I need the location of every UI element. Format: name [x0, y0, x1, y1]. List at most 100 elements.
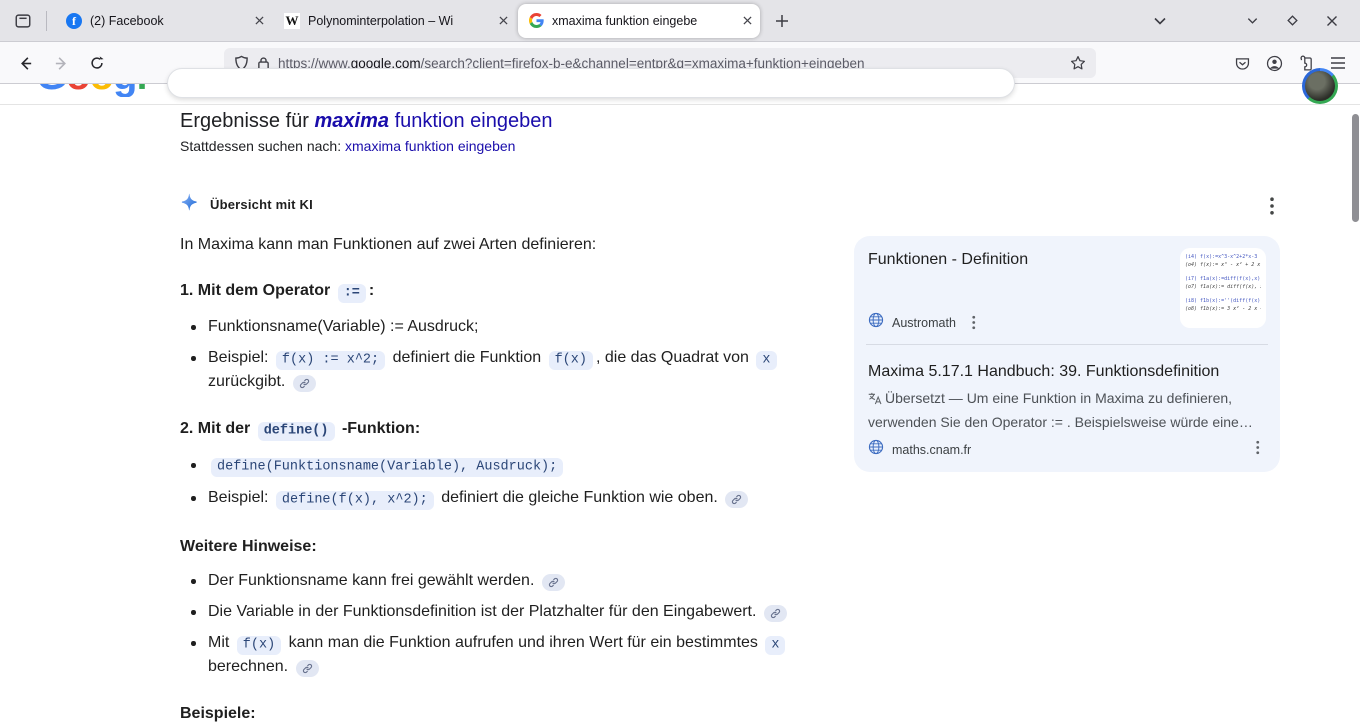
list-item-text: zurückgibt.	[208, 373, 290, 390]
bullet-list-1: Funktionsname(Variable) := Ausdruck; Bei…	[180, 316, 830, 393]
code-chip: define(f(x), x^2);	[276, 491, 434, 510]
search-input[interactable]	[167, 68, 1015, 98]
list-item-text: berechnen.	[208, 658, 293, 675]
source-name[interactable]: Austromath	[892, 316, 956, 330]
maximize-icon[interactable]	[1278, 7, 1306, 35]
tab-facebook[interactable]: f (2) Facebook	[56, 4, 272, 38]
card-divider	[866, 344, 1268, 345]
source-card-thumbnail[interactable]: (i4) f(x):=x^3-x^2+2*x-3 (o4) f(x):= x³ …	[1180, 248, 1266, 328]
globe-icon	[868, 439, 884, 460]
ai-overview-more-icon[interactable]	[1260, 194, 1284, 218]
list-item-text: definiert die Funktion	[388, 349, 545, 366]
avatar[interactable]	[1302, 68, 1338, 104]
list-item: Beispiel: f(x) := x^2; definiert die Fun…	[180, 347, 830, 393]
heading-text: -Funktion:	[338, 420, 421, 437]
source-more-icon[interactable]	[964, 313, 984, 333]
list-item-text: Die Variable in der Funktionsdefinition …	[208, 603, 761, 620]
tab-wikipedia[interactable]: W Polynominterpolation – Wi	[274, 4, 516, 38]
facebook-icon: f	[66, 13, 82, 29]
ai-intro: In Maxima kann man Funktionen auf zwei A…	[180, 235, 830, 255]
results-title-rest[interactable]: funktion eingeben	[389, 110, 552, 132]
bookmark-star-icon[interactable]	[1070, 55, 1086, 71]
citation-link-icon[interactable]	[296, 660, 319, 677]
thumb-line: (i8) f1b(x):=''(diff(f(x),x))	[1185, 297, 1261, 305]
list-item-text: Beispiel:	[208, 349, 273, 366]
browser-window: f (2) Facebook W Polynominterpolation – …	[0, 0, 1360, 724]
source-card-title[interactable]: Maxima 5.17.1 Handbuch: 39. Funktionsdef…	[868, 362, 1266, 382]
new-tab-button[interactable]	[767, 6, 797, 36]
code-chip: f(x) := x^2;	[276, 351, 385, 370]
search-instead-link[interactable]: xmaxima funktion eingeben	[345, 138, 515, 154]
list-item-text: definiert die gleiche Funktion wie oben.	[437, 489, 723, 506]
section-heading-4: Beispiele:	[180, 704, 830, 724]
page-content: Google Ergebnisse für maxima funktion ei…	[0, 84, 1360, 724]
logo-letter: G	[36, 84, 66, 97]
code-chip: x	[756, 351, 776, 370]
source-more-icon[interactable]	[1248, 437, 1268, 457]
list-item-text: Mit	[208, 634, 234, 651]
tab-google-search-active[interactable]: xmaxima funktion eingebe	[518, 4, 760, 38]
source-card-title[interactable]: Funktionen - Definition	[868, 250, 1168, 270]
citation-link-icon[interactable]	[725, 491, 748, 508]
list-item-text: Funktionsname(Variable) := Ausdruck;	[208, 318, 479, 335]
logo-letter: g	[113, 84, 136, 97]
thumb-line: (o8) f1b(x):= 3 x² - 2 x + 2	[1185, 305, 1261, 313]
list-all-tabs-icon[interactable]	[1146, 7, 1174, 35]
tab-close-icon[interactable]	[255, 16, 264, 25]
wikipedia-icon: W	[284, 13, 300, 29]
citation-link-icon[interactable]	[542, 574, 565, 591]
pocket-icon[interactable]	[1226, 48, 1258, 78]
google-logo: Google	[36, 84, 148, 97]
citation-link-icon[interactable]	[764, 605, 787, 622]
results-title-prefix: Ergebnisse für	[180, 110, 315, 132]
tab-close-icon[interactable]	[499, 16, 508, 25]
list-item: Der Funktionsname kann frei gewählt werd…	[180, 570, 830, 592]
bullet-list-3: Der Funktionsname kann frei gewählt werd…	[180, 570, 830, 678]
logo-letter: o	[66, 84, 89, 97]
nav-right-controls	[1226, 48, 1354, 78]
thumb-line: (o7) f1a(x):= diff(f(x), x)	[1185, 283, 1261, 291]
firefox-view-icon[interactable]	[8, 6, 38, 36]
code-chip: f(x)	[237, 636, 281, 655]
heading-text: 1. Mit dem Operator	[180, 282, 335, 299]
back-icon[interactable]	[10, 48, 40, 78]
list-item: define(Funktionsname(Variable), Ausdruck…	[180, 454, 830, 478]
list-item: Beispiel: define(f(x), x^2); definiert d…	[180, 487, 830, 511]
account-icon[interactable]	[1258, 48, 1290, 78]
section-heading-2: 2. Mit der define() -Funktion:	[180, 419, 830, 441]
source-row: Austromath	[868, 312, 984, 333]
list-item-text: kann man die Funktion aufrufen und ihren…	[284, 634, 762, 651]
code-chip: f(x)	[549, 351, 593, 370]
globe-icon	[868, 312, 884, 333]
heading-text: 2. Mit der	[180, 420, 255, 437]
minimize-icon[interactable]	[1238, 7, 1266, 35]
scrollbar-thumb[interactable]	[1352, 114, 1359, 222]
heading-text: :	[369, 282, 374, 299]
list-item: Funktionsname(Variable) := Ausdruck;	[180, 316, 830, 338]
code-chip: x	[765, 636, 785, 655]
tab-separator	[46, 11, 47, 31]
list-item-text: , die das Quadrat von	[596, 349, 753, 366]
forward-icon[interactable]	[46, 48, 76, 78]
results-title-query[interactable]: maxima	[315, 110, 390, 132]
search-instead-row: Stattdessen suchen nach: xmaxima funktio…	[180, 137, 830, 155]
snippet-text: Übersetzt — Um eine Funktion in Maxima z…	[868, 390, 1253, 430]
bullet-list-2: define(Funktionsname(Variable), Ausdruck…	[180, 454, 830, 511]
ai-sources-panel: Funktionen - Definition (i4) f(x):=x^3-x…	[854, 236, 1280, 472]
code-chip: :=	[338, 284, 366, 303]
tab-label: xmaxima funktion eingebe	[552, 14, 735, 28]
reload-icon[interactable]	[82, 48, 112, 78]
tab-label: Polynominterpolation – Wi	[308, 14, 491, 28]
close-window-icon[interactable]	[1318, 7, 1346, 35]
source-name[interactable]: maths.cnam.fr	[892, 443, 971, 457]
citation-link-icon[interactable]	[293, 375, 316, 392]
thumb-line: (i4) f(x):=x^3-x^2+2*x-3	[1185, 253, 1261, 261]
section-heading-3: Weitere Hinweise:	[180, 537, 830, 557]
section-heading-1: 1. Mit dem Operator :=:	[180, 281, 830, 303]
tab-close-icon[interactable]	[743, 16, 752, 25]
thumb-line: (o4) f(x):= x³ - x² + 2 x - 3	[1185, 261, 1261, 269]
list-item: Mit f(x) kann man die Funktion aufrufen …	[180, 632, 830, 678]
results-column: Ergebnisse für maxima funktion eingeben …	[180, 105, 830, 724]
translate-icon	[868, 390, 882, 412]
logo-letter: e	[147, 84, 148, 97]
